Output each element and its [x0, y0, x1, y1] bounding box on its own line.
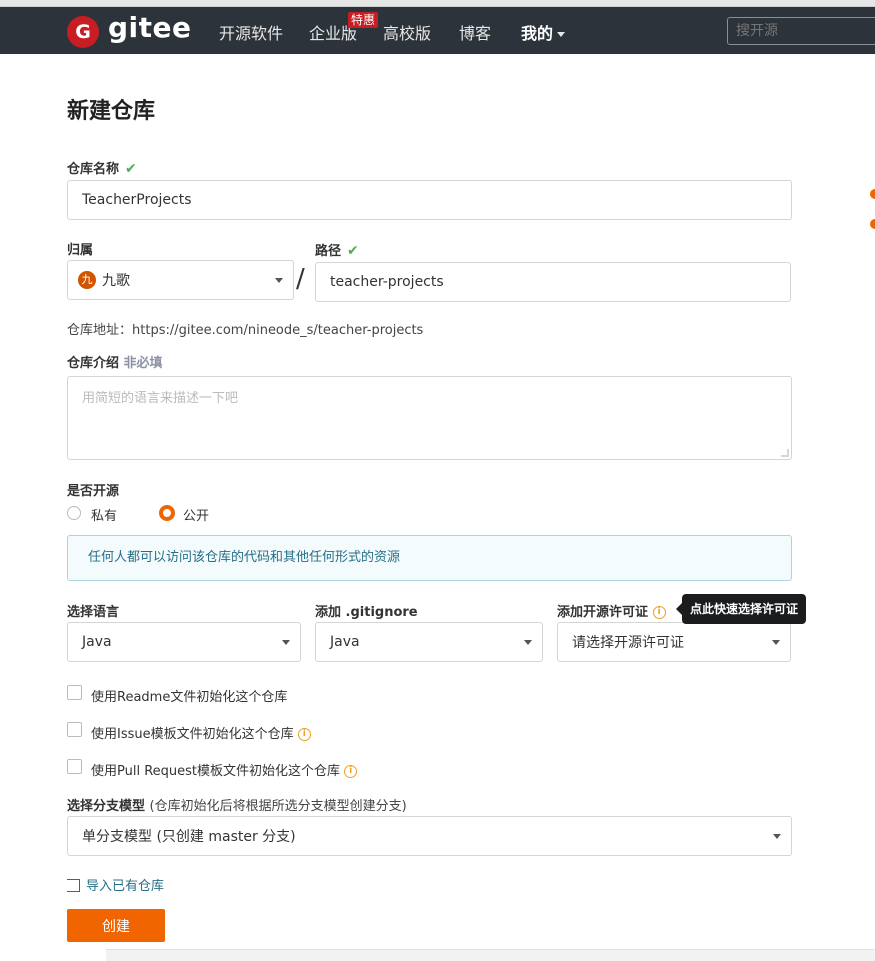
create-button[interactable]: 创建 — [67, 909, 165, 942]
language-label: 选择语言 — [67, 605, 120, 620]
search-input[interactable] — [727, 17, 875, 45]
intro-textarea[interactable]: 用简短的语言来描述一下吧 — [67, 376, 792, 460]
resize-handle[interactable] — [781, 449, 789, 457]
gitee-logo-text[interactable]: gitee — [108, 11, 192, 44]
checkbox-issue-template[interactable] — [67, 722, 82, 737]
license-tooltip: 点此快速选择许可证 — [682, 594, 806, 624]
browser-strip — [0, 0, 875, 7]
info-icon[interactable]: i — [297, 728, 311, 741]
license-label-text: 添加开源许可证 — [557, 605, 649, 620]
nav-item-blog[interactable]: 博客 — [459, 20, 491, 44]
avatar: 九 — [78, 271, 96, 289]
import-repo-link[interactable]: 导入已有仓库 — [67, 875, 164, 894]
branch-value: 单分支模型 (只创建 master 分支) — [82, 829, 296, 845]
path-separator: / — [296, 264, 305, 294]
chevron-down-icon — [524, 640, 532, 645]
repo-url-value: https://gitee.com/nineode_s/teacher-proj… — [132, 323, 424, 338]
info-icon[interactable]: i — [652, 606, 666, 619]
intro-optional: 非必填 — [123, 356, 163, 371]
visibility-label: 是否开源 — [67, 484, 120, 499]
repo-name-input[interactable]: TeacherProjects — [67, 180, 792, 220]
intro-label: 仓库介绍 非必填 — [67, 352, 163, 371]
license-select[interactable]: 请选择开源许可证 — [557, 622, 791, 662]
path-value: teacher-projects — [330, 274, 444, 290]
radio-public[interactable] — [159, 505, 175, 521]
nav-item-mine-label: 我的 — [521, 24, 554, 43]
checkbox-issue-text: 使用Issue模板文件初始化这个仓库 — [91, 727, 294, 742]
radio-private[interactable] — [67, 506, 81, 520]
intro-label-text: 仓库介绍 — [67, 356, 120, 371]
chevron-down-icon — [275, 278, 283, 283]
chevron-down-icon — [282, 640, 290, 645]
language-value: Java — [82, 634, 112, 650]
checkbox-pr-template-label[interactable]: 使用Pull Request模板文件初始化这个仓库 i — [91, 760, 358, 779]
repo-name-value: TeacherProjects — [82, 192, 192, 208]
path-label-text: 路径 — [315, 244, 342, 259]
info-icon[interactable]: i — [344, 765, 358, 778]
owner-select[interactable]: 九 九歌 — [67, 260, 294, 300]
repo-url: 仓库地址：https://gitee.com/nineode_s/teacher… — [67, 319, 423, 338]
nav-item-open-source[interactable]: 开源软件 — [219, 20, 283, 44]
chevron-down-icon — [557, 32, 566, 37]
owner-label: 归属 — [67, 243, 94, 258]
import-icon — [67, 879, 80, 892]
gitignore-select[interactable]: Java — [315, 622, 543, 662]
branch-label-text: 选择分支模型 — [67, 799, 146, 814]
gitignore-label: 添加 .gitignore — [315, 605, 418, 620]
checkbox-pr-text: 使用Pull Request模板文件初始化这个仓库 — [91, 764, 341, 779]
gitignore-value: Java — [330, 634, 360, 650]
promo-badge: 特惠 — [348, 12, 379, 28]
visibility-info-text: 任何人都可以访问该仓库的代码和其他任何形式的资源 — [88, 550, 401, 565]
checkbox-readme[interactable] — [67, 685, 82, 700]
import-repo-label: 导入已有仓库 — [86, 879, 165, 894]
repo-name-label: 仓库名称 ✔ — [67, 158, 137, 177]
nav-item-mine[interactable]: 我的 — [521, 20, 566, 44]
check-icon: ✔ — [125, 161, 137, 177]
branch-hint: (仓库初始化后将根据所选分支模型创建分支) — [149, 799, 407, 814]
branch-label: 选择分支模型 (仓库初始化后将根据所选分支模型创建分支) — [67, 795, 407, 814]
branch-select[interactable]: 单分支模型 (只创建 master 分支) — [67, 816, 792, 856]
check-icon: ✔ — [347, 243, 359, 259]
intro-placeholder: 用简短的语言来描述一下吧 — [82, 391, 239, 406]
license-label: 添加开源许可证 i — [557, 601, 666, 620]
taskbar-strip — [106, 949, 875, 961]
radio-public-label[interactable]: 公开 — [183, 505, 209, 524]
path-input[interactable]: teacher-projects — [315, 262, 791, 302]
page-title: 新建仓库 — [67, 99, 156, 124]
side-panel-dot — [870, 189, 875, 199]
path-label: 路径 ✔ — [315, 240, 359, 259]
nav-item-education[interactable]: 高校版 — [383, 20, 431, 44]
license-value: 请选择开源许可证 — [572, 635, 684, 651]
checkbox-issue-template-label[interactable]: 使用Issue模板文件初始化这个仓库 i — [91, 723, 311, 742]
chevron-down-icon — [773, 834, 781, 839]
owner-value: 九歌 — [102, 273, 130, 289]
visibility-info: 任何人都可以访问该仓库的代码和其他任何形式的资源 — [67, 535, 792, 581]
radio-private-label[interactable]: 私有 — [91, 505, 117, 524]
checkbox-readme-label[interactable]: 使用Readme文件初始化这个仓库 — [91, 686, 287, 705]
side-panel-dot — [870, 219, 875, 229]
repo-name-label-text: 仓库名称 — [67, 162, 120, 177]
repo-url-label: 仓库地址： — [67, 323, 133, 338]
chevron-down-icon — [772, 640, 780, 645]
language-select[interactable]: Java — [67, 622, 301, 662]
gitee-logo-icon[interactable]: G — [67, 16, 99, 48]
checkbox-pr-template[interactable] — [67, 759, 82, 774]
